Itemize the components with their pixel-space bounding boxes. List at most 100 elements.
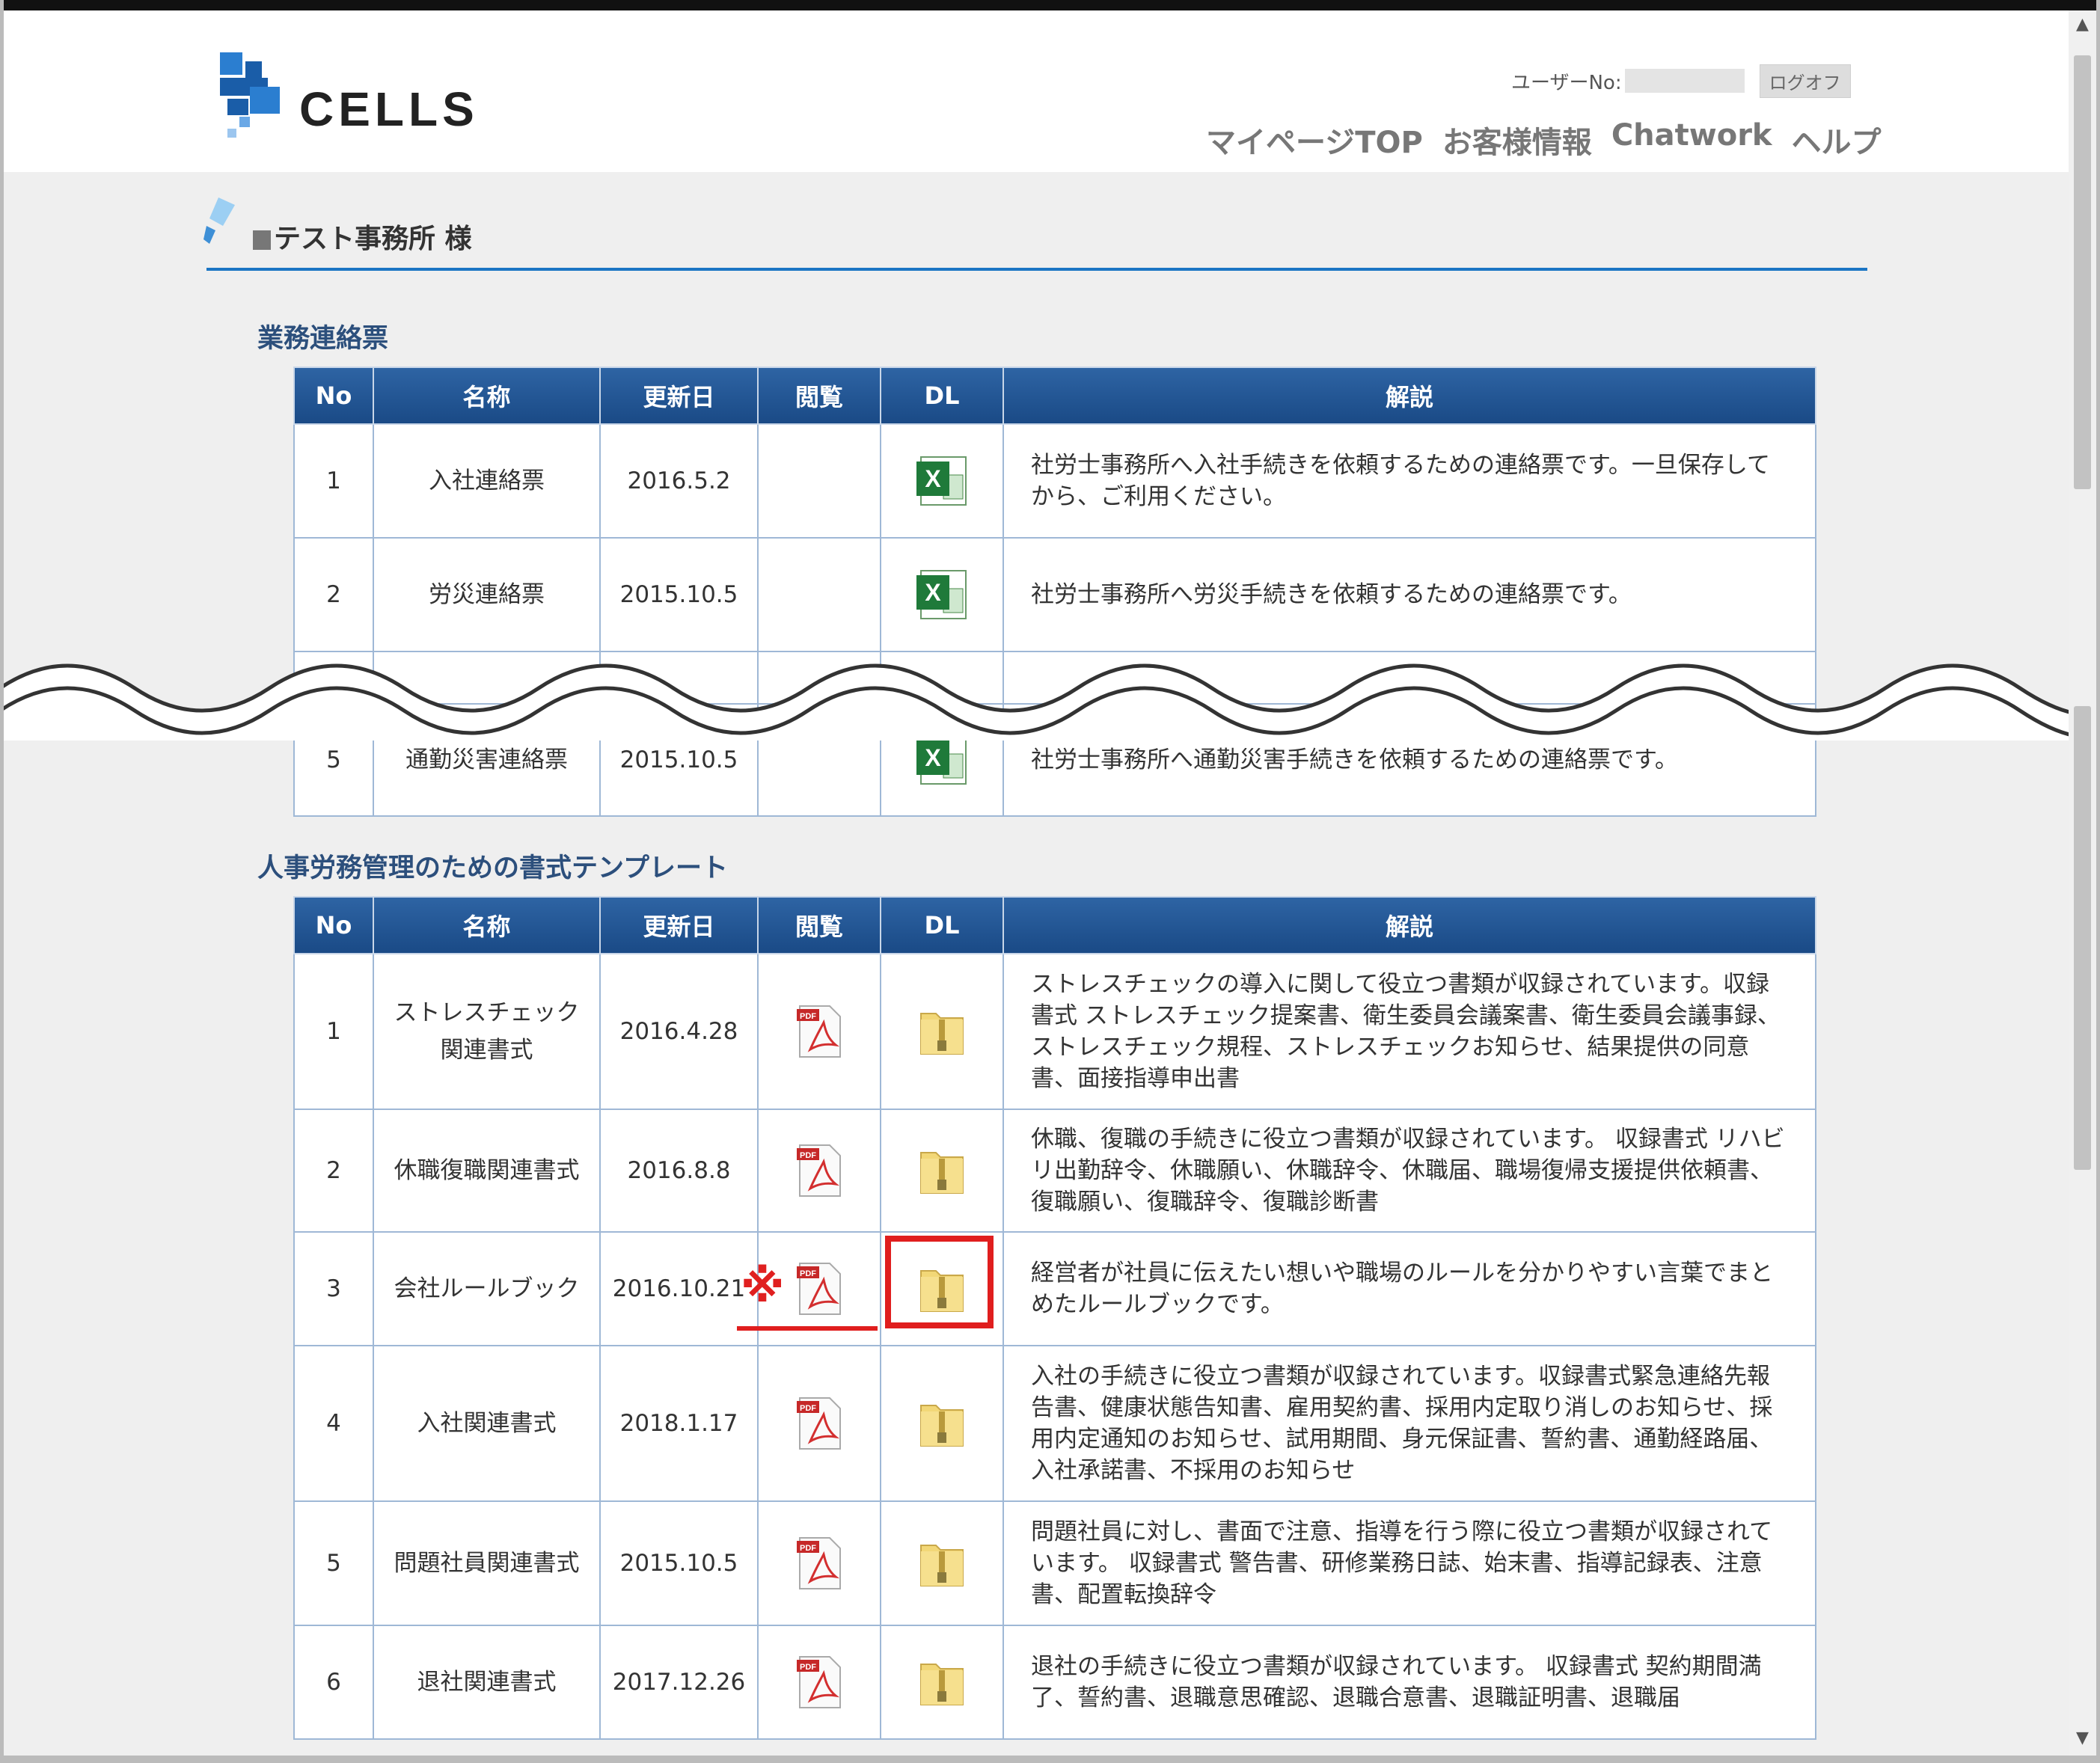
window-bottom-border [0,1756,2100,1763]
row-desc: 経営者が社員に伝えたい想いや職場のルールを分かりやすい言葉でまとめたルールブック… [1002,1231,1816,1346]
row-view[interactable]: PDF [757,1345,881,1502]
col-name: 名称 [373,896,601,954]
zip-folder-icon[interactable] [913,1395,970,1452]
nav-customer-info[interactable]: お客様情報 [1442,118,1592,162]
row-dl[interactable]: X [880,423,1004,539]
nav-chatwork[interactable]: Chatwork [1611,118,1772,162]
cells-logo[interactable]: CELLS [217,51,501,141]
col-view: 閲覧 [757,896,881,954]
svg-text:PDF: PDF [800,1269,816,1278]
row-name: 労災連絡票 [373,537,601,652]
window-right-border [2096,0,2100,1763]
row-date: 2016.4.28 [599,953,759,1110]
row-date: 2016.10.21 [599,1231,759,1346]
scroll-down-arrow-icon[interactable]: ▼ [2069,1729,2096,1751]
business-forms-table: No 名称 更新日 閲覧 DL 解説 1 入社連絡票 2016.5.2 X 社労… [293,367,1816,817]
scrollbar-thumb-lower[interactable] [2074,706,2091,1170]
table-row: 2 労災連絡票 2015.10.5 X 社労士事務所へ労災手続きを依頼するための… [293,537,1816,652]
user-number-redacted [1624,69,1745,93]
svg-text:X: X [925,579,941,606]
table-header-row: No 名称 更新日 閲覧 DL 解説 [293,367,1816,425]
row-name: 会社ルールブック [373,1231,601,1346]
row-dl[interactable] [880,1109,1004,1233]
user-info: ユーザーNo: ログオフ [1511,64,1851,98]
row-dl[interactable] [880,1345,1004,1502]
col-view: 閲覧 [757,367,881,425]
logout-button[interactable]: ログオフ [1759,64,1851,98]
col-desc: 解説 [1002,896,1816,954]
row-date: 2017.12.26 [599,1625,759,1740]
pdf-file-icon[interactable]: PDF [791,1003,848,1060]
row-date: 2018.1.17 [599,1345,759,1502]
zip-folder-icon[interactable] [913,1003,970,1060]
page-title: テスト事務所 様 [253,217,472,256]
scrollbar-thumb[interactable] [2074,55,2091,489]
zip-folder-icon[interactable] [913,1654,970,1711]
svg-text:PDF: PDF [800,1404,816,1413]
row-date: 2015.10.5 [599,1500,759,1626]
row-desc: 問題社員に対し、書面で注意、指導を行う際に役立つ書類が収録されています。 収録書… [1002,1500,1816,1626]
pdf-file-icon[interactable]: PDF [791,1654,848,1711]
col-dl: DL [880,896,1004,954]
pdf-file-icon[interactable]: PDF [791,1535,848,1592]
window-left-border [0,0,4,1763]
office-name-redacted [253,230,271,250]
row-name: 入社関連書式 [373,1345,601,1502]
zip-folder-icon[interactable] [913,1142,970,1199]
excel-file-icon[interactable]: X [913,453,970,509]
row-dl[interactable] [880,953,1004,1110]
row-no: 3 [293,1231,374,1346]
table-row: 5 問題社員関連書式 2015.10.5 PDF 問題社員に対し、書面で注意、指… [293,1500,1816,1626]
row-date: 2015.10.5 [599,537,759,652]
scroll-up-arrow-icon[interactable]: ▲ [2069,15,2096,37]
pdf-file-icon[interactable]: PDF [791,1395,848,1452]
hr-templates-table: No 名称 更新日 閲覧 DL 解説 1 ストレスチェック関連書式 2016.4… [293,896,1816,1740]
svg-text:PDF: PDF [800,1012,816,1021]
title-underline [206,268,1867,271]
row-name: 入社連絡票 [373,423,601,539]
pdf-file-icon[interactable]: PDF [791,1142,848,1199]
row-no: 1 [293,423,374,539]
row-view-empty [757,537,881,652]
table-row: 4 入社関連書式 2018.1.17 PDF 入社の手続きに役立つ書類が収録され… [293,1345,1816,1502]
row-view[interactable]: PDF [757,1500,881,1626]
table-row: 6 退社関連書式 2017.12.26 PDF 退社の手続きに役立つ書類が収録さ… [293,1625,1816,1740]
excel-file-icon[interactable]: X [913,566,970,623]
row-dl[interactable] [880,1500,1004,1626]
nav-help[interactable]: ヘルプ [1792,118,1882,162]
row-desc: 社労士事務所へ労災手続きを依頼するための連絡票です。 [1002,537,1816,652]
row-name: 休職復職関連書式 [373,1109,601,1233]
asterisk-annotation: ※ [741,1260,785,1313]
row-no: 2 [293,537,374,652]
nav-mypage-top[interactable]: マイページTOP [1206,118,1423,162]
row-view[interactable]: PDF [757,953,881,1110]
svg-text:X: X [925,465,941,492]
col-desc: 解説 [1002,367,1816,425]
row-view[interactable]: PDF [757,1109,881,1233]
row-name: 退社関連書式 [373,1625,601,1740]
pencil-icon [203,197,235,244]
window-top-border [0,0,2100,10]
row-no: 1 [293,953,374,1110]
vertical-scrollbar[interactable]: ▲ ▼ [2069,10,2096,1756]
row-date: 2016.8.8 [599,1109,759,1233]
row-view[interactable]: PDF [757,1625,881,1740]
svg-text:X: X [925,744,941,771]
row-date: 2016.5.2 [599,423,759,539]
row-name: 問題社員関連書式 [373,1500,601,1626]
row-no: 5 [293,1500,374,1626]
zip-folder-icon[interactable] [913,1535,970,1592]
global-nav: マイページTOP お客様情報 Chatwork ヘルプ [1206,118,1882,162]
user-number-label: ユーザーNo: [1511,71,1622,94]
col-dl: DL [880,367,1004,425]
col-no: No [293,367,374,425]
row-no: 2 [293,1109,374,1233]
col-date: 更新日 [599,367,759,425]
row-dl[interactable] [880,1625,1004,1740]
brand-text: CELLS [299,82,479,136]
col-name: 名称 [373,367,601,425]
section-title-business-forms: 業務連絡票 [257,324,389,354]
pdf-file-icon[interactable]: PDF [791,1260,848,1317]
row-dl[interactable]: X [880,537,1004,652]
annotation-highlight-box [885,1236,994,1328]
